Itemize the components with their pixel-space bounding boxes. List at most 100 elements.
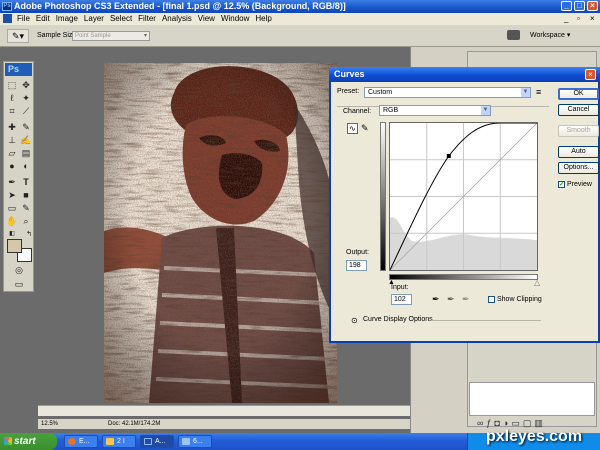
cancel-button[interactable]: Cancel: [558, 104, 599, 116]
menu-image[interactable]: Image: [53, 13, 81, 25]
white-eyedropper-icon[interactable]: ✒: [462, 294, 470, 305]
eyedropper-preset-picker[interactable]: ✎▾: [7, 29, 29, 43]
menu-select[interactable]: Select: [107, 13, 135, 25]
brush-tool-icon[interactable]: ✎: [20, 122, 32, 133]
menu-view[interactable]: View: [195, 13, 218, 25]
taskbar-item-browser[interactable]: E...: [64, 435, 98, 448]
zoom-tool-icon[interactable]: ⌕: [20, 216, 32, 227]
auto-button[interactable]: Auto: [558, 146, 599, 158]
palette-well-icon[interactable]: [507, 30, 520, 40]
clone-stamp-tool-icon[interactable]: ⊥: [6, 135, 18, 146]
hand-tool-icon[interactable]: ✋: [6, 216, 18, 227]
notes-tool-icon[interactable]: ▭: [6, 203, 18, 214]
pencil-draw-icon[interactable]: ✎: [361, 123, 369, 134]
expand-chevron-icon[interactable]: ⊙: [351, 316, 358, 325]
gradient-tool-icon[interactable]: ▤: [20, 148, 32, 159]
path-selection-tool-icon[interactable]: ➤: [6, 190, 18, 201]
document-size: Doc: 42.1M/174.2M: [108, 421, 161, 427]
move-tool-icon[interactable]: ✥: [20, 80, 32, 91]
dodge-tool-icon[interactable]: ◐: [20, 161, 32, 172]
curve-edit-points-icon[interactable]: ∿: [347, 123, 358, 134]
channel-select[interactable]: RGB ▼: [379, 105, 491, 116]
taskbar-item-folder[interactable]: 2 I: [102, 435, 136, 448]
smooth-button[interactable]: Smooth: [558, 125, 599, 137]
screen-mode-icon[interactable]: ▭: [13, 279, 25, 290]
input-gradient-bar: [389, 274, 538, 280]
new-layer-icon[interactable]: ▢: [523, 418, 535, 428]
workspace-button[interactable]: Workspace ▾: [526, 29, 574, 43]
curves-close-icon[interactable]: ×: [585, 69, 596, 80]
menu-edit[interactable]: Edit: [33, 13, 53, 25]
preview-checkbox[interactable]: ✔: [558, 181, 565, 188]
gray-eyedropper-icon[interactable]: ✒: [447, 294, 455, 305]
photoshop-logo[interactable]: Ps: [5, 63, 32, 76]
eraser-tool-icon[interactable]: ▱: [6, 148, 18, 159]
white-point-slider-icon[interactable]: △: [534, 278, 540, 287]
shape-tool-icon[interactable]: ■: [20, 190, 32, 201]
lasso-tool-icon[interactable]: ℓ: [6, 93, 18, 104]
new-group-icon[interactable]: ▭: [511, 418, 523, 428]
preset-select[interactable]: Custom ▼: [364, 87, 531, 98]
ok-button[interactable]: OK: [558, 88, 599, 100]
maximize-button[interactable]: □: [574, 1, 585, 11]
taskbar-item-window[interactable]: 6...: [178, 435, 212, 448]
horizontal-scrollbar[interactable]: [38, 405, 410, 416]
output-field[interactable]: 198: [346, 260, 367, 271]
curve-display-options-label[interactable]: Curve Display Options: [363, 316, 433, 323]
menu-file[interactable]: File: [14, 13, 33, 25]
layer-mask-icon[interactable]: ◘: [494, 418, 502, 428]
eyedropper-icon: ✎▾: [11, 31, 25, 41]
preset-options-icon[interactable]: ≡: [536, 87, 541, 97]
start-button[interactable]: start: [0, 433, 57, 450]
history-brush-tool-icon[interactable]: ✍: [20, 135, 32, 146]
show-clipping-checkbox[interactable]: [488, 296, 495, 303]
marquee-tool-icon[interactable]: ⬚: [6, 80, 18, 91]
taskbar-item-photoshop[interactable]: A...: [140, 435, 174, 448]
doc-close-button[interactable]: ×: [587, 13, 598, 25]
delete-layer-icon[interactable]: ▥: [534, 418, 546, 428]
menu-help[interactable]: Help: [252, 13, 274, 25]
healing-brush-tool-icon[interactable]: ✚: [6, 122, 18, 133]
pen-tool-icon[interactable]: ✒: [6, 177, 18, 188]
doc-minimize-button[interactable]: _: [561, 13, 571, 25]
output-label: Output:: [346, 249, 369, 256]
foreground-color-swatch[interactable]: [7, 239, 22, 253]
curves-graph[interactable]: [389, 122, 538, 271]
options-button[interactable]: Options...: [558, 162, 599, 174]
black-eyedropper-icon[interactable]: ✒: [432, 294, 440, 305]
status-bar: 12.5% Doc: 42.1M/174.2M: [38, 419, 410, 429]
blur-tool-icon[interactable]: ●: [6, 161, 18, 172]
chevron-down-icon: ▼: [481, 106, 490, 115]
magic-wand-tool-icon[interactable]: ✦: [20, 93, 32, 104]
quick-mask-icon[interactable]: ◎: [13, 265, 25, 276]
window-title: Adobe Photoshop CS3 Extended - [final 1.…: [14, 1, 346, 11]
input-field[interactable]: 102: [391, 294, 412, 305]
display-options-line: [431, 320, 541, 321]
link-layers-icon[interactable]: ∞: [477, 418, 486, 428]
channel-label: Channel:: [343, 108, 374, 115]
menu-filter[interactable]: Filter: [135, 13, 159, 25]
preset-value: Custom: [368, 89, 393, 96]
curve-control-point[interactable]: [446, 154, 451, 158]
menu-layer[interactable]: Layer: [81, 13, 107, 25]
sample-size-select[interactable]: Point Sample: [72, 31, 150, 41]
taskbar-item-label: 6...: [193, 438, 203, 445]
doc-restore-button[interactable]: ▫: [574, 13, 583, 25]
chevron-down-icon: ▼: [521, 88, 530, 97]
minimize-button[interactable]: _: [561, 1, 572, 11]
crop-tool-icon[interactable]: ⌗: [6, 106, 18, 117]
menu-analysis[interactable]: Analysis: [159, 13, 195, 25]
menu-window[interactable]: Window: [218, 13, 252, 25]
close-button[interactable]: ×: [587, 1, 598, 11]
slice-tool-icon[interactable]: ⟋: [20, 106, 32, 117]
swap-colors-icon[interactable]: ↰: [23, 229, 35, 240]
document-menu-icon[interactable]: [3, 14, 12, 23]
layers-list[interactable]: [469, 382, 595, 416]
zoom-level[interactable]: 12.5%: [41, 419, 58, 429]
document-canvas[interactable]: [104, 63, 337, 403]
preset-label: Preset:: [337, 88, 360, 95]
type-tool-icon[interactable]: T: [20, 177, 32, 188]
show-clipping-label: Show Clipping: [497, 296, 542, 303]
eyedropper-tool-icon[interactable]: ✎: [20, 203, 32, 214]
taskbar-item-label: A...: [155, 438, 166, 445]
